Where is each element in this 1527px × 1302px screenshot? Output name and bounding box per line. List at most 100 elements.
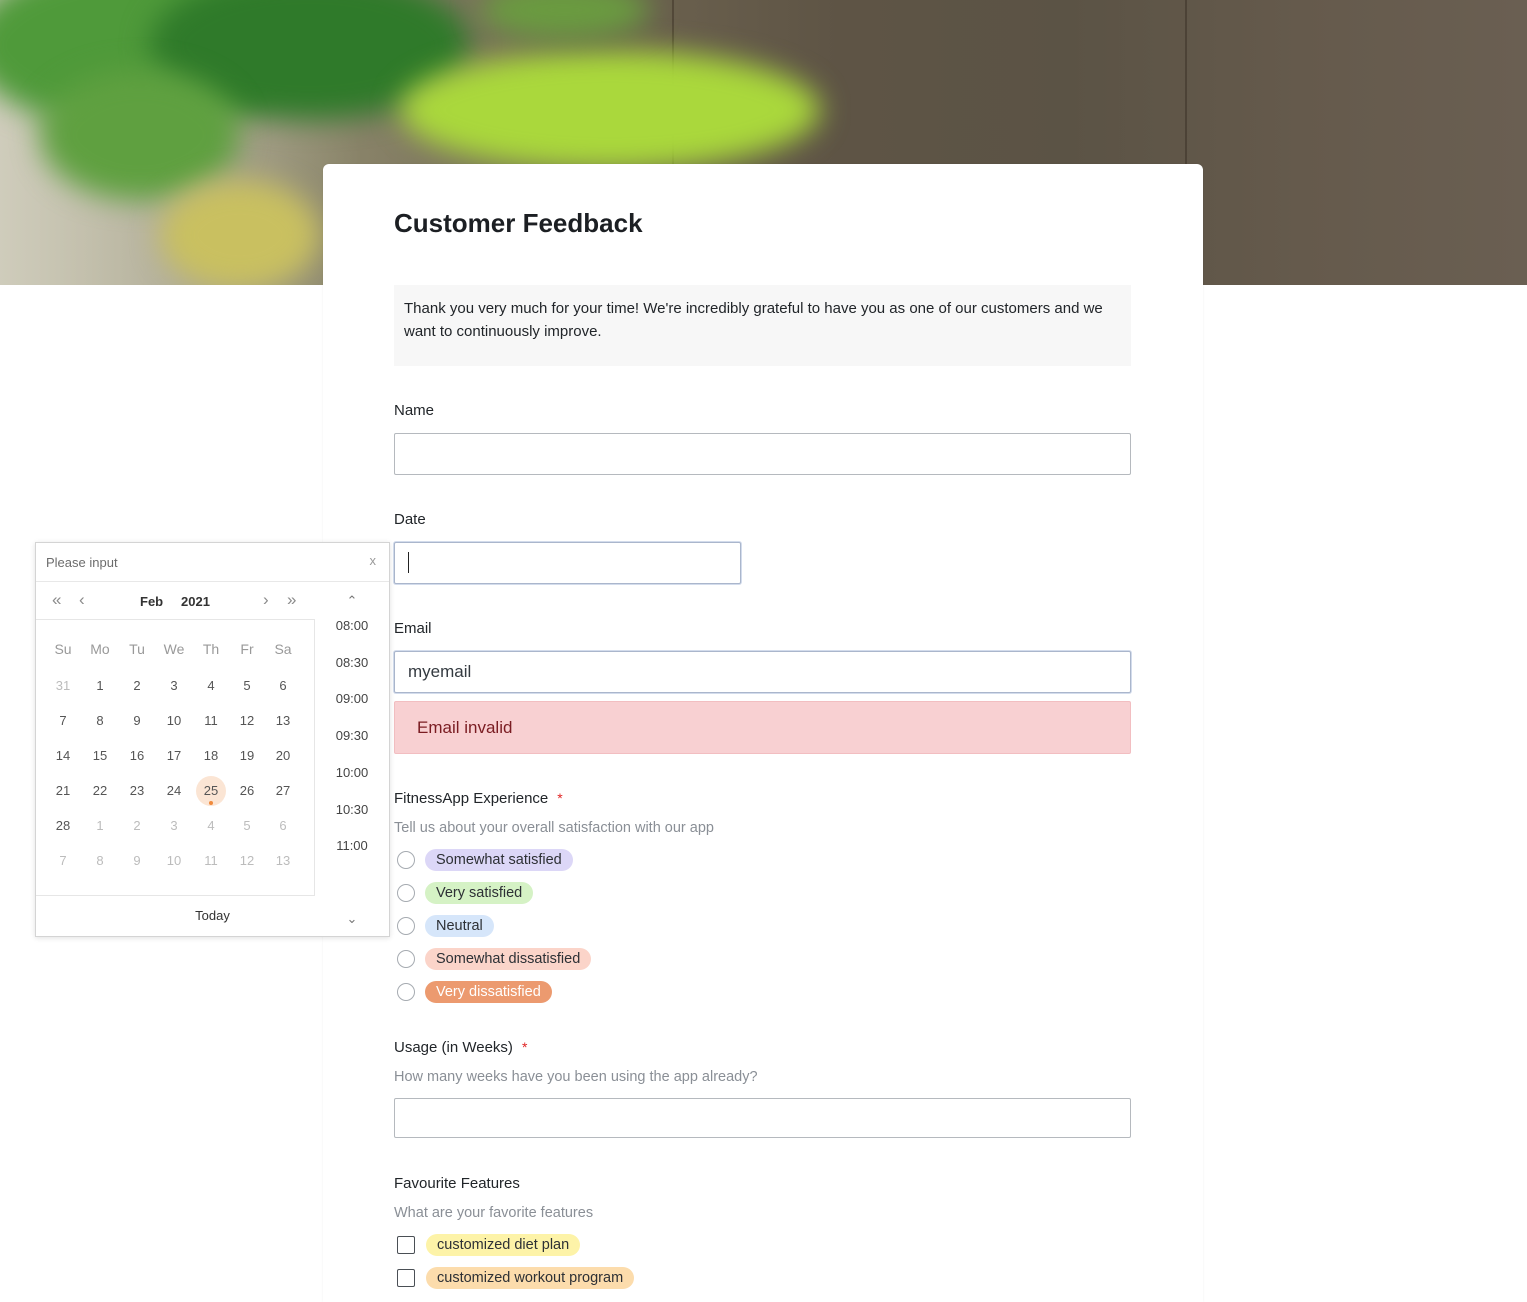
required-mark: * (557, 790, 563, 806)
year-select[interactable]: 2021 (181, 594, 210, 609)
usage-description: How many weeks have you been using the a… (394, 1069, 758, 1085)
calendar-day[interactable]: 21 (48, 776, 78, 806)
calendar-day[interactable]: 10 (159, 706, 189, 736)
calendar-day[interactable]: 6 (268, 811, 298, 841)
calendar-day[interactable]: 12 (232, 706, 262, 736)
calendar-day[interactable]: 31 (48, 671, 78, 701)
leaf-shape (480, 0, 650, 40)
next-month-icon[interactable]: › (263, 591, 269, 609)
option-pill: Somewhat satisfied (425, 849, 573, 871)
calendar-day[interactable]: 14 (48, 741, 78, 771)
experience-option[interactable]: Somewhat satisfied (397, 849, 573, 871)
experience-option[interactable]: Somewhat dissatisfied (397, 948, 592, 970)
experience-option[interactable]: Very satisfied (397, 882, 534, 904)
calendar-day[interactable]: 1 (85, 671, 115, 701)
email-input[interactable] (394, 651, 1131, 693)
leaf-shape (160, 180, 320, 285)
calendar-day[interactable]: 4 (196, 811, 226, 841)
calendar-day[interactable]: 27 (268, 776, 298, 806)
option-pill: Very dissatisfied (425, 981, 552, 1003)
calendar-day[interactable]: 18 (196, 741, 226, 771)
option-pill: customized workout program (426, 1267, 635, 1289)
calendar-day[interactable]: 22 (85, 776, 115, 806)
calendar-day[interactable]: 15 (85, 741, 115, 771)
prev-month-icon[interactable]: ‹ (79, 591, 85, 609)
calendar-day[interactable]: 17 (159, 741, 189, 771)
experience-option[interactable]: Very dissatisfied (397, 981, 552, 1003)
calendar-day[interactable]: 12 (232, 846, 262, 876)
time-option[interactable]: 08:00 (315, 618, 389, 633)
name-label: Name (394, 402, 435, 419)
feature-option[interactable]: customized workout program (397, 1267, 635, 1289)
weekday-label: Tu (129, 641, 145, 657)
page-title: Customer Feedback (394, 208, 643, 238)
time-up-icon[interactable]: ⌃ (315, 593, 389, 609)
calendar-day[interactable]: 10 (159, 846, 189, 876)
calendar-day[interactable]: 25 (196, 776, 226, 806)
calendar-day[interactable]: 6 (268, 671, 298, 701)
radio-button[interactable] (397, 851, 415, 869)
calendar-day[interactable]: 2 (122, 671, 152, 701)
calendar-day[interactable]: 4 (196, 671, 226, 701)
intro-text: Thank you very much for your time! We're… (394, 285, 1131, 366)
calendar-day[interactable]: 7 (48, 706, 78, 736)
date-picker-popup: Please input x « ‹ Feb 2021 › » Su Mo Tu We… (35, 542, 390, 937)
calendar-day[interactable]: 19 (232, 741, 262, 771)
name-input[interactable] (394, 433, 1131, 475)
weekday-label: Su (54, 641, 72, 657)
time-option[interactable]: 08:30 (315, 655, 389, 670)
calendar-day[interactable]: 16 (122, 741, 152, 771)
calendar-day[interactable]: 23 (122, 776, 152, 806)
today-button[interactable]: Today (36, 908, 389, 923)
calendar-day[interactable]: 5 (232, 671, 262, 701)
time-option[interactable]: 10:30 (315, 802, 389, 817)
calendar-day[interactable]: 2 (122, 811, 152, 841)
weekday-label: Th (202, 641, 220, 657)
calendar-day[interactable]: 7 (48, 846, 78, 876)
calendar-day[interactable]: 13 (268, 846, 298, 876)
calendar-day[interactable]: 8 (85, 706, 115, 736)
next-year-icon[interactable]: » (287, 591, 296, 609)
features-label: Favourite Features (394, 1175, 520, 1192)
picker-text-input[interactable]: Please input (46, 555, 118, 570)
calendar-day[interactable]: 11 (196, 846, 226, 876)
option-pill: customized diet plan (426, 1234, 581, 1256)
date-label: Date (394, 511, 426, 528)
calendar-day[interactable]: 9 (122, 846, 152, 876)
email-error-alert: Email invalid (394, 701, 1131, 754)
option-pill: Neutral (425, 915, 494, 937)
calendar-day[interactable]: 9 (122, 706, 152, 736)
radio-button[interactable] (397, 884, 415, 902)
experience-option[interactable]: Neutral (397, 915, 494, 937)
time-option[interactable]: 11:00 (315, 838, 389, 853)
feature-option[interactable]: customized diet plan (397, 1234, 581, 1256)
usage-input[interactable] (394, 1098, 1131, 1138)
prev-year-icon[interactable]: « (52, 591, 61, 609)
calendar-day[interactable]: 1 (85, 811, 115, 841)
checkbox[interactable] (397, 1236, 415, 1254)
time-option[interactable]: 09:00 (315, 691, 389, 706)
month-select[interactable]: Feb (140, 594, 163, 609)
calendar-day[interactable]: 13 (268, 706, 298, 736)
radio-button[interactable] (397, 983, 415, 1001)
radio-button[interactable] (397, 917, 415, 935)
form-card: Customer Feedback Thank you very much fo… (323, 164, 1203, 1302)
calendar-day[interactable]: 5 (232, 811, 262, 841)
weekday-label: Sa (274, 641, 292, 657)
date-input[interactable] (394, 542, 741, 584)
time-option[interactable]: 09:30 (315, 728, 389, 743)
calendar-day[interactable]: 20 (268, 741, 298, 771)
clear-icon[interactable]: x (370, 553, 377, 568)
calendar-day[interactable]: 26 (232, 776, 262, 806)
calendar-day[interactable]: 8 (85, 846, 115, 876)
text-caret (408, 552, 409, 573)
checkbox[interactable] (397, 1269, 415, 1287)
calendar-day[interactable]: 3 (159, 811, 189, 841)
weekday-label: Fr (240, 641, 254, 657)
calendar-day[interactable]: 11 (196, 706, 226, 736)
time-option[interactable]: 10:00 (315, 765, 389, 780)
calendar-day[interactable]: 24 (159, 776, 189, 806)
calendar-day[interactable]: 28 (48, 811, 78, 841)
calendar-day[interactable]: 3 (159, 671, 189, 701)
radio-button[interactable] (397, 950, 415, 968)
